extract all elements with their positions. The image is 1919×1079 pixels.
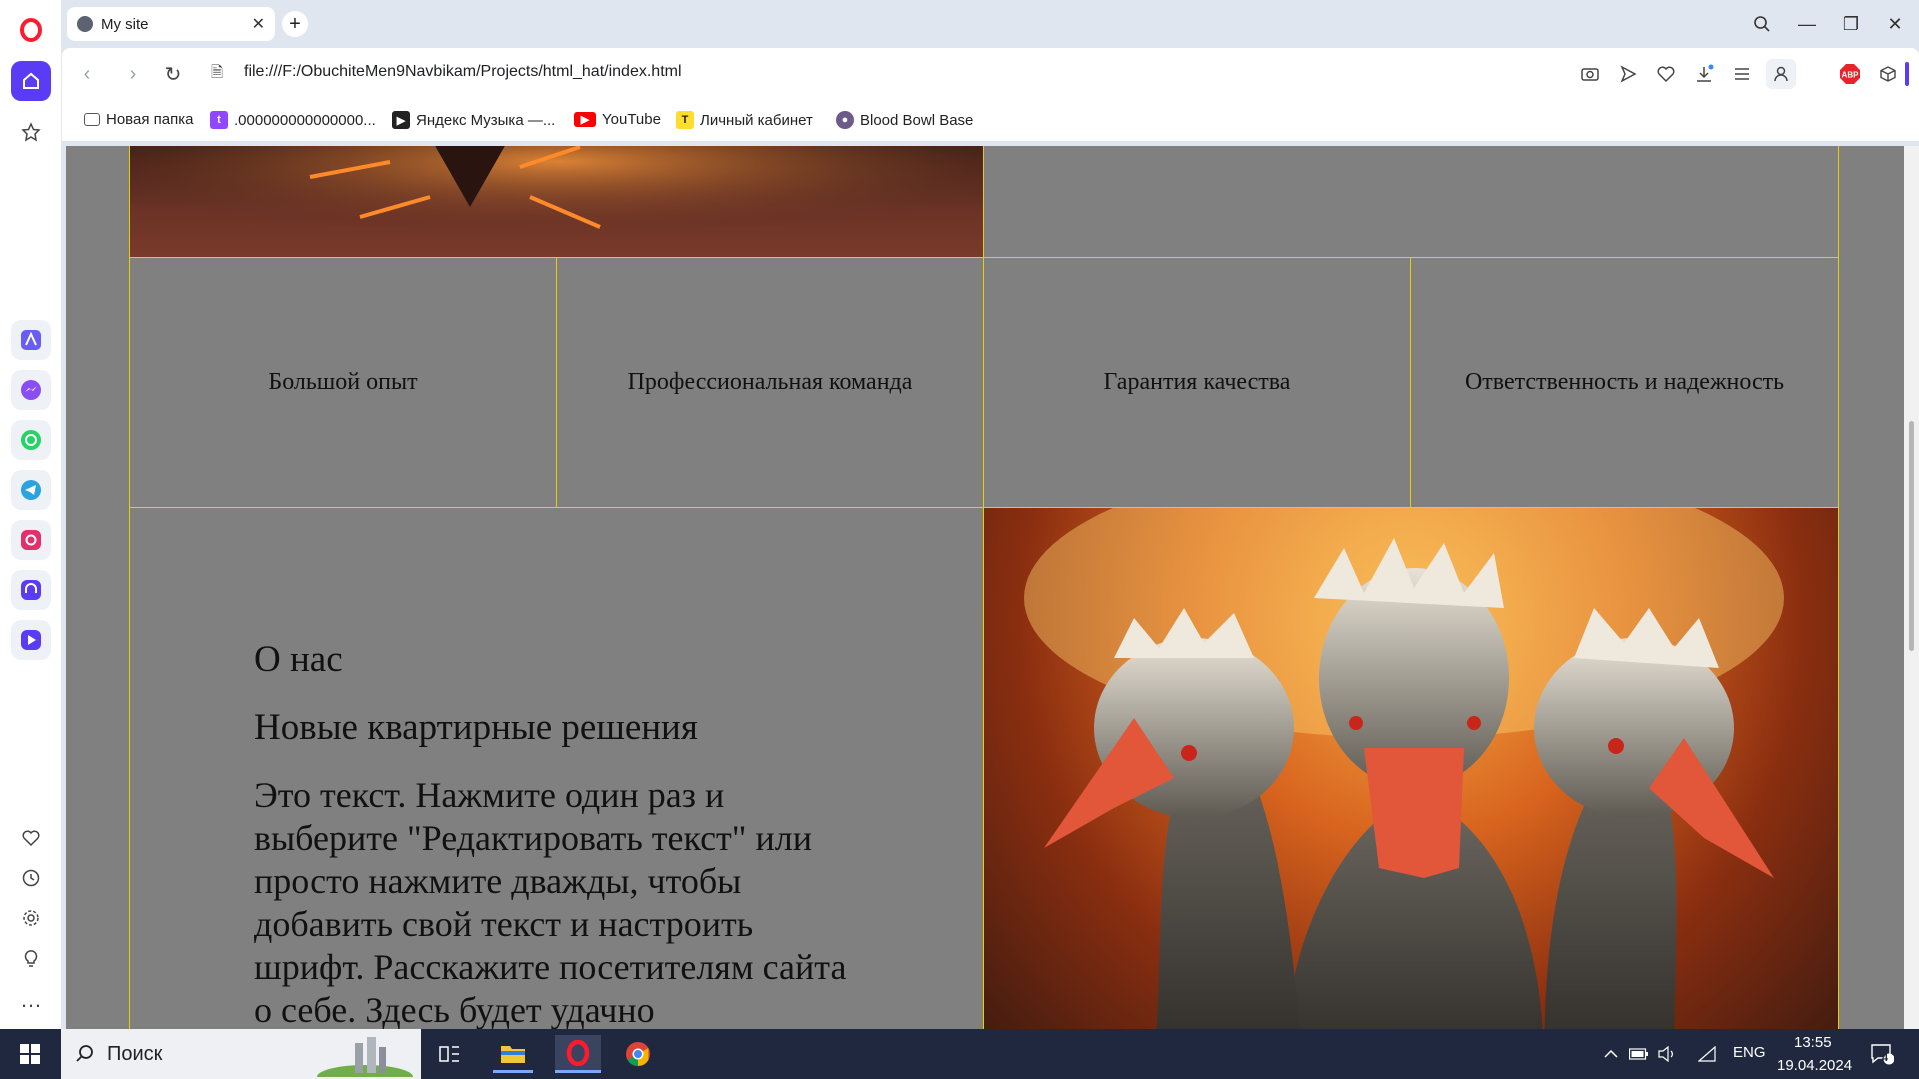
search-label: Поиск	[107, 1042, 163, 1065]
reload-button[interactable]: ↻	[160, 61, 186, 87]
camera-icon[interactable]	[1578, 62, 1602, 86]
pinboard-icon[interactable]	[11, 112, 51, 152]
network-icon[interactable]	[1694, 1035, 1720, 1073]
feature-quality: Гарантия качества	[983, 257, 1411, 508]
bookmark-youtube[interactable]: ▶ YouTube	[574, 111, 661, 128]
close-tab-icon[interactable]: ✕	[252, 14, 265, 34]
bookmark-twitch[interactable]: t .000000000000000...	[210, 111, 376, 129]
file-explorer-icon[interactable]	[493, 1035, 533, 1073]
twitch-icon: t	[210, 111, 228, 129]
opera-logo-icon[interactable]	[11, 10, 51, 50]
opera-taskbar-icon[interactable]	[555, 1035, 601, 1073]
youtube-icon: ▶	[574, 112, 596, 127]
about-heading: О нас	[254, 639, 343, 680]
bookmarks-bar: Новая папка t .000000000000000... ▶ Янде…	[62, 100, 1919, 142]
heart-icon[interactable]	[11, 818, 51, 858]
telegram-icon[interactable]	[11, 470, 51, 510]
adblock-plus-icon[interactable]: ABP	[1838, 62, 1862, 86]
feature-label: Ответственность и надежность	[1464, 369, 1785, 395]
bloodbowl-icon: ●	[836, 111, 854, 129]
feature-label: Большой опыт	[268, 369, 418, 395]
opera-sidebar: …	[0, 0, 62, 1029]
three-headed-bird-image	[983, 507, 1839, 1029]
back-button[interactable]: ‹	[74, 61, 100, 87]
scrollbar-thumb[interactable]	[1909, 421, 1914, 651]
about-section: О нас Новые квартирные решения Это текст…	[129, 507, 984, 1029]
search-icon	[76, 1045, 93, 1062]
task-view-icon[interactable]	[430, 1035, 470, 1073]
t-icon: T	[676, 111, 694, 129]
bookmark-label: Blood Bowl Base	[860, 111, 974, 129]
feature-experience: Большой опыт	[129, 257, 557, 508]
feature-label: Гарантия качества	[1103, 369, 1291, 395]
battery-icon[interactable]	[1626, 1035, 1652, 1073]
minimize-button[interactable]: —	[1792, 10, 1822, 38]
address-bar: ‹ › ↻ 🗎 file:///F:/ObuchiteMen9Navbikam/…	[62, 48, 1919, 100]
extensions-cube-icon[interactable]	[1876, 62, 1900, 86]
tab-bar: My site ✕ + — ❐ ✕	[62, 0, 1919, 48]
page-scrollbar[interactable]	[1904, 146, 1919, 1029]
instagram-icon[interactable]	[11, 520, 51, 560]
favorite-heart-icon[interactable]	[1654, 62, 1678, 86]
about-text: Это текст. Нажмите один раз и выберите "…	[254, 775, 847, 1029]
feature-team: Профессиональная команда	[556, 257, 984, 508]
clock-date[interactable]: 19.04.2024	[1777, 1057, 1852, 1074]
folder-icon	[84, 113, 100, 126]
bookmark-label: Яндекс Музыка —...	[416, 111, 556, 129]
forward-button[interactable]: ›	[120, 61, 146, 87]
bookmark-personal-account[interactable]: T Личный кабинет	[676, 111, 813, 129]
aria-ai-icon[interactable]	[11, 320, 51, 360]
yandex-music-icon: ▶	[392, 111, 410, 129]
tray-chevron-up-icon[interactable]	[1600, 1035, 1622, 1073]
tab-title: My site	[101, 15, 149, 33]
history-icon[interactable]	[11, 858, 51, 898]
whatsapp-icon[interactable]	[11, 420, 51, 460]
page-content: Большой опыт Профессиональная команда Га…	[129, 146, 1839, 1029]
settings-icon[interactable]	[11, 898, 51, 938]
restore-button[interactable]: ❐	[1836, 10, 1866, 38]
bookmark-new-folder[interactable]: Новая папка	[84, 111, 193, 128]
page-viewport: Большой опыт Профессиональная команда Га…	[66, 146, 1904, 1029]
notifications-count: 4	[1882, 1052, 1889, 1064]
bookmark-blood-bowl[interactable]: ● Blood Bowl Base	[836, 111, 973, 129]
bookmark-label: Новая папка	[106, 111, 194, 128]
messenger-icon[interactable]	[11, 370, 51, 410]
player-icon[interactable]	[11, 620, 51, 660]
bookmark-yandex-music[interactable]: ▶ Яндекс Музыка —...	[392, 111, 555, 129]
search-highlight-icon	[317, 1037, 413, 1077]
send-icon[interactable]	[1616, 62, 1640, 86]
music-player-icon[interactable]	[11, 570, 51, 610]
feature-reliability: Ответственность и надежность	[1410, 257, 1839, 508]
home-icon[interactable]	[11, 61, 51, 101]
hero-image	[129, 146, 984, 258]
notifications-icon[interactable]: 4	[1862, 1035, 1902, 1073]
file-icon: 🗎	[210, 63, 224, 81]
more-icon[interactable]: …	[11, 980, 51, 1020]
lightbulb-icon[interactable]	[11, 938, 51, 978]
search-tabs-icon[interactable]	[1747, 10, 1777, 38]
bookmark-label: Личный кабинет	[700, 111, 813, 129]
globe-icon	[77, 16, 93, 32]
clock-time[interactable]: 13:55	[1794, 1034, 1832, 1051]
bookmark-label: .000000000000000...	[234, 111, 376, 129]
bookmark-label: YouTube	[602, 111, 661, 128]
taskbar-search[interactable]: Поиск	[61, 1029, 421, 1079]
new-tab-button[interactable]: +	[282, 11, 308, 37]
profile-icon[interactable]	[1766, 59, 1796, 89]
sidebar-accent-bar	[1905, 62, 1909, 86]
close-window-button[interactable]: ✕	[1880, 10, 1910, 38]
windows-start-icon[interactable]	[10, 1035, 50, 1073]
chrome-taskbar-icon[interactable]	[618, 1035, 658, 1073]
easy-setup-icon[interactable]	[1730, 62, 1754, 86]
url-field[interactable]: file:///F:/ObuchiteMen9Navbikam/Projects…	[244, 63, 682, 81]
language-indicator[interactable]: ENG	[1733, 1044, 1766, 1061]
download-icon[interactable]	[1692, 62, 1716, 86]
about-subheading: Новые квартирные решения	[254, 707, 698, 748]
tab-my-site[interactable]: My site ✕	[67, 7, 275, 41]
svg-text:ABP: ABP	[1842, 71, 1860, 80]
volume-icon[interactable]	[1654, 1035, 1680, 1073]
windows-taskbar: Поиск ENG 13:55 19.04.2024 4	[0, 1029, 1919, 1079]
top-right-cell	[983, 146, 1839, 258]
feature-label: Профессиональная команда	[627, 369, 913, 395]
